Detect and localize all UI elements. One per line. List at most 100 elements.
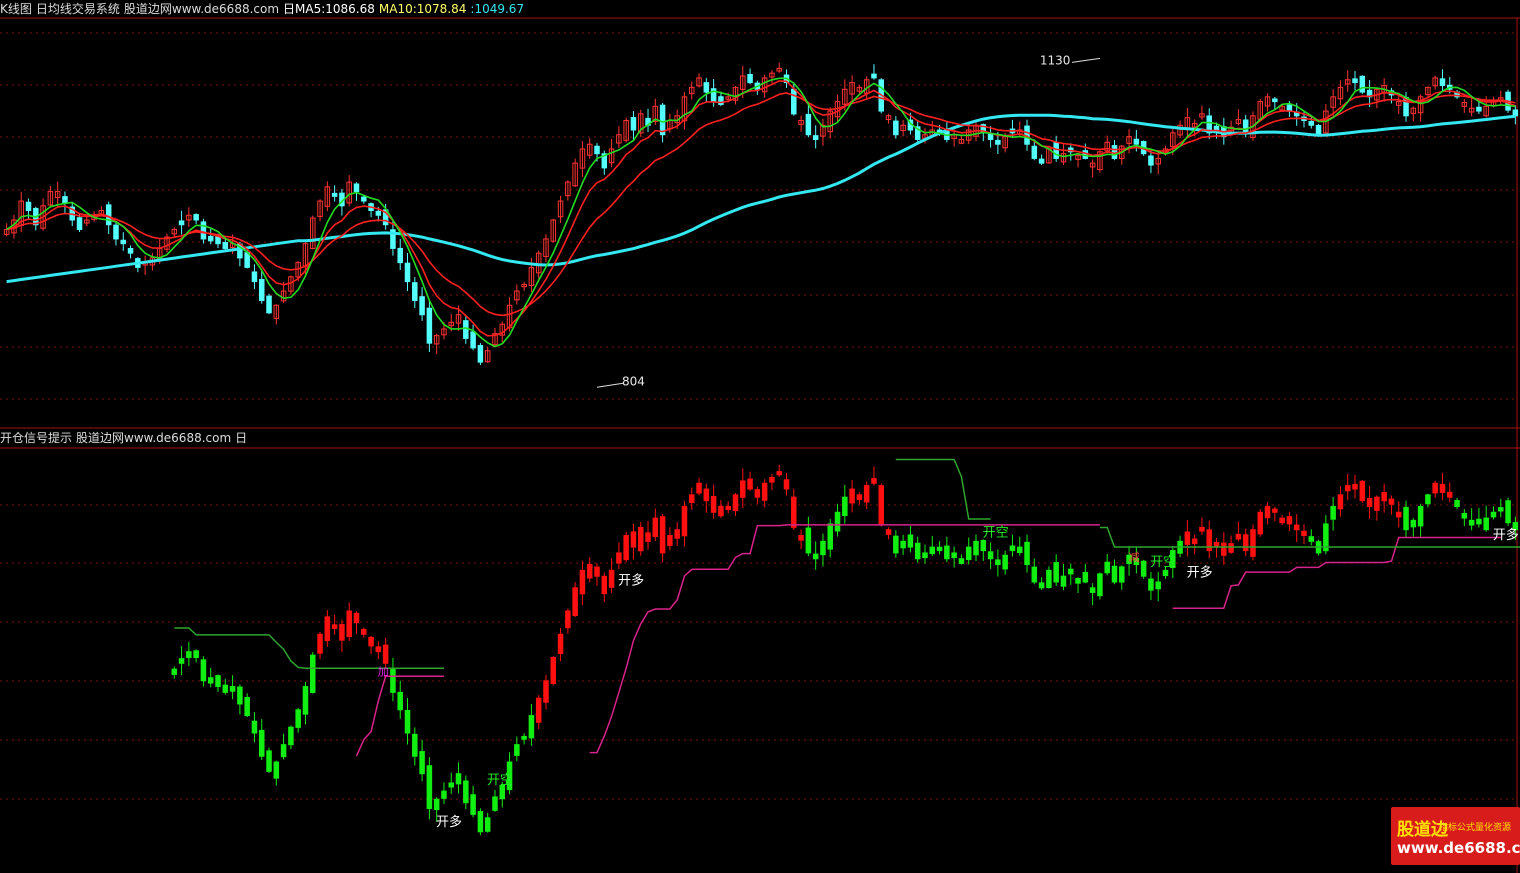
signal-candle-body [229,686,236,692]
signal-candle-body [543,680,549,703]
signal-candle-body [1498,507,1504,512]
signal-candle-body [273,761,280,779]
lower-header-tail: 日 [235,431,248,445]
signal-candle-body [433,798,440,811]
signal-candle-body [995,559,1001,566]
candle-body [805,113,812,136]
signal-candle-body [834,511,841,532]
signal-candle-body [302,686,309,715]
signal-candle-body [171,668,178,675]
signal-candle-body [871,478,877,484]
signal-candle-body [521,736,527,740]
signal-candle-body [1417,505,1424,527]
signal-candle-body [266,750,272,772]
signal-candle-body [783,479,790,490]
signal-candle-body [914,542,921,560]
signal-candle-body [1104,561,1110,574]
signal-label-long: 开多 [1187,564,1213,580]
signal-candle-body [470,794,476,815]
signal-candle-body [1075,578,1081,584]
candle-body [1053,142,1059,159]
signal-candle-body [1388,498,1395,505]
signal-candle-body [1439,483,1446,494]
signal-candle-body [222,684,229,693]
signal-candle-body [659,516,666,554]
signal-candle-body [579,569,586,595]
signal-candle-body [849,488,855,504]
signal-candle-body [1184,531,1191,545]
candle-body [1286,104,1293,112]
signal-candle-body [1447,491,1453,498]
signal-candle-body [1352,483,1358,490]
signal-candle-body [1359,480,1366,502]
upper-indicator-name[interactable]: K线图 [0,2,32,16]
signal-label-reduce: 减 [1128,551,1139,564]
signal-candle-body [754,489,761,498]
signal-candle-body [1148,578,1154,591]
candle-body [404,262,411,283]
signal-candle-body [1468,519,1475,526]
signal-candle-body [1476,518,1482,525]
signal-candle-body [820,540,826,556]
signal-candle-body [1038,582,1045,589]
signal-candle-body [1279,517,1285,524]
signal-candle-body [550,657,557,684]
signal-candle-body [280,744,287,758]
signal-candle-body [404,709,411,734]
signal-candle-body [987,551,994,560]
candle-body [105,204,112,226]
signal-candle-body [1395,511,1402,518]
signal-candle-body [1330,505,1336,520]
short-stop-line [174,627,444,670]
candle-body [353,183,360,193]
signal-candle-body [1301,530,1307,537]
watermark-url: www.de6688.com [1397,839,1520,857]
signal-candle-body [412,733,418,757]
signal-candle-body [1002,554,1008,570]
signal-candle-body [1097,573,1103,597]
signal-candle-body [361,628,367,635]
candle-body [1352,78,1358,84]
signal-candle-body [324,616,331,642]
upper-panel: 1130 804 [3,53,1519,388]
signal-candle-body [353,612,360,624]
candle-body [331,192,338,197]
signal-label-short: 开空 [1150,555,1176,570]
candle-body [375,210,382,216]
signal-label-short: 开空 [487,773,513,788]
signal-candle-body [944,545,950,560]
signal-candle-body [207,677,214,684]
signal-candle-body [696,482,702,494]
signal-candle-body [769,476,775,483]
candle-body [62,196,68,204]
signal-candle-body [973,540,979,556]
signal-candle-body [674,529,680,539]
signal-candle-body [1111,565,1118,583]
signal-candle-body [958,558,965,564]
signal-candle-body [528,715,535,739]
signal-candle-body [965,546,972,561]
signal-candle-body [1060,575,1067,587]
candle-body [747,73,753,84]
ma-red-slow-line [6,92,1516,317]
signal-candle-body [608,569,615,588]
signal-candle-body [805,527,812,554]
signal-candle-body [936,546,943,552]
candle-body [222,242,229,249]
signal-candle-body [215,675,221,688]
signal-candle-body [1119,566,1125,583]
candle-body [1439,78,1446,86]
signal-candle-body [200,659,207,682]
signal-candle-body [426,765,433,810]
signal-candle-body [1293,524,1300,531]
candle-body [361,196,367,202]
signal-candle-body [346,610,352,638]
signal-candle-body [1140,560,1147,577]
signal-candle-body [1410,519,1417,528]
signal-candle-body [557,633,564,655]
candle-body [703,82,710,93]
signal-candle-body [1024,541,1030,566]
signal-candle-body [310,654,316,693]
signal-candle-body [244,697,250,717]
lower-indicator-name[interactable]: 开仓信号提示 [0,431,72,445]
